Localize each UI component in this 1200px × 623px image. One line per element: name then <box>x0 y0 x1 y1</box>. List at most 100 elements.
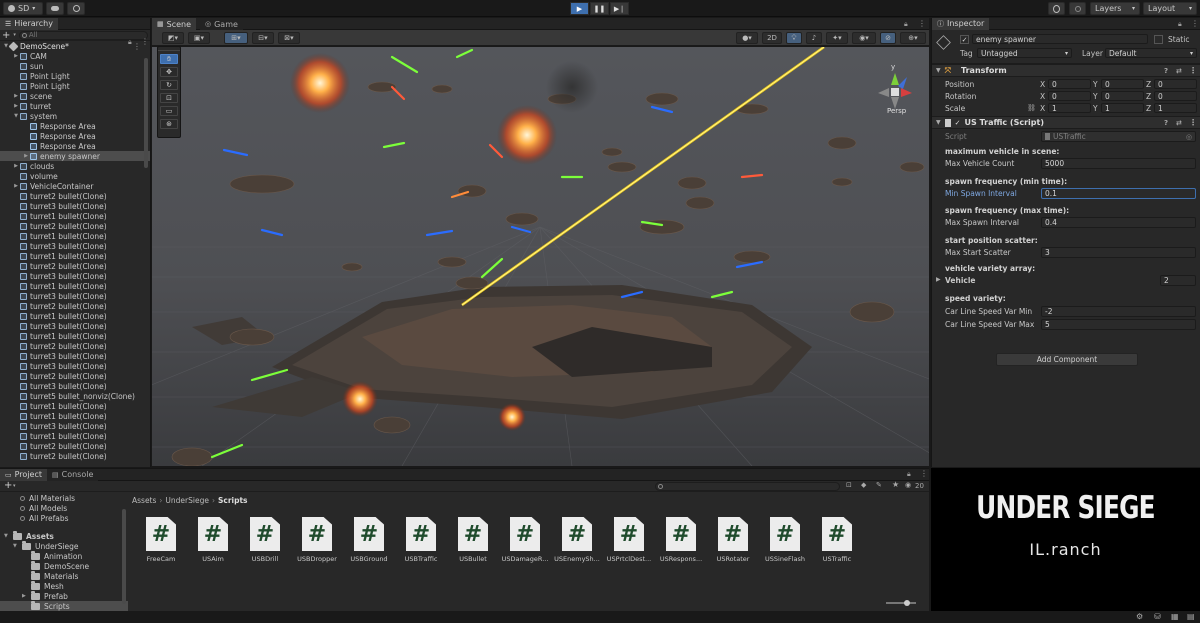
folder-item[interactable]: Materials <box>0 570 128 581</box>
link-scale-icon[interactable]: ⛓ <box>1027 104 1036 112</box>
transform-x-field[interactable]: 0 <box>1048 79 1091 89</box>
tag-dropdown[interactable]: Untagged ▾ <box>977 48 1072 58</box>
tab-console[interactable]: ▤ Console <box>47 468 99 481</box>
kebab-menu-icon[interactable]: ⋮ <box>133 42 141 51</box>
expand-arrow-icon[interactable]: ▼ <box>13 543 22 549</box>
tab-game[interactable]: ◎ Game <box>200 18 243 30</box>
hidden-objects-toggle[interactable]: ◉▾ <box>852 32 876 44</box>
folder-item[interactable]: Animation <box>0 550 128 561</box>
lock-icon[interactable]: 🔒︎ <box>904 20 908 29</box>
static-checkbox[interactable] <box>1154 35 1163 44</box>
search-by-label-icon[interactable]: ◆ <box>861 481 866 489</box>
hierarchy-item[interactable]: turret2 bullet(Clone) <box>0 221 150 231</box>
script-asset[interactable]: # USBDropper <box>291 517 343 563</box>
align-dropdown[interactable]: ⊠▾ <box>278 32 300 44</box>
hierarchy-item[interactable]: sun <box>0 61 150 71</box>
orientation-gizmo[interactable]: y <box>874 63 916 111</box>
field-input[interactable]: 0.4 <box>1041 217 1196 228</box>
active-checkbox[interactable]: ✓ <box>960 35 969 44</box>
scene-viewport[interactable]: y Persp <box>152 47 929 466</box>
preset-icon[interactable]: ⇄ <box>1176 119 1182 127</box>
script-asset[interactable]: # FreeCam <box>135 517 187 563</box>
expand-arrow-icon[interactable]: ▶ <box>22 153 30 159</box>
folder-item[interactable]: DemoScene <box>0 560 128 571</box>
folder-item[interactable]: ▼ UnderSiege <box>0 540 128 551</box>
transform-z-field[interactable]: 1 <box>1154 103 1197 113</box>
scene-visibility-toggle[interactable]: ⊘ <box>880 32 896 44</box>
search-button[interactable] <box>1069 2 1086 15</box>
2d-toggle[interactable]: 2D <box>762 32 782 44</box>
gizmos-dropdown[interactable]: ⊕▾ <box>900 32 926 44</box>
expand-arrow-icon[interactable]: ▶ <box>12 103 20 109</box>
grid-snap-dropdown[interactable]: ⊞▾ <box>224 32 248 44</box>
hand-tool-button[interactable]: ✋︎ <box>160 54 178 64</box>
folder-item[interactable]: ▼ Assets <box>0 530 128 541</box>
expand-arrow-icon[interactable]: ▼ <box>4 533 13 539</box>
expand-arrow-icon[interactable]: ▶ <box>12 163 20 169</box>
hierarchy-item[interactable]: ▶ enemy spawner <box>0 151 150 161</box>
tab-scene[interactable]: ▦ Scene <box>152 18 197 30</box>
script-asset[interactable]: # USAim <box>187 517 239 563</box>
script-asset[interactable]: # USBDrill <box>239 517 291 563</box>
favorite-star-icon[interactable]: ★ <box>892 480 899 489</box>
save-search-icon[interactable]: ✎ <box>876 481 882 489</box>
hierarchy-item[interactable]: turret3 bullet(Clone) <box>0 241 150 251</box>
transform-x-field[interactable]: 0 <box>1048 91 1091 101</box>
script-asset[interactable]: # USRespons... <box>655 517 707 563</box>
script-asset[interactable]: # USBGround <box>343 517 395 563</box>
hierarchy-item[interactable]: turret1 bullet(Clone) <box>0 311 150 321</box>
add-icon[interactable]: + <box>2 30 10 41</box>
field-input[interactable]: 0.1 <box>1041 187 1196 199</box>
preset-icon[interactable]: ⇄ <box>1176 67 1182 75</box>
effects-dropdown[interactable]: ✦▾ <box>826 32 848 44</box>
tab-inspector[interactable]: ⓘ Inspector <box>932 17 990 30</box>
favorite-item[interactable]: All Models <box>0 503 128 513</box>
snap-increment-dropdown[interactable]: ⊟▾ <box>252 32 274 44</box>
hierarchy-item[interactable]: turret3 bullet(Clone) <box>0 421 150 431</box>
hierarchy-item[interactable]: turret2 bullet(Clone) <box>0 441 150 451</box>
lock-icon[interactable]: 🔒︎ <box>1178 20 1182 29</box>
hierarchy-item[interactable]: turret1 bullet(Clone) <box>0 431 150 441</box>
kebab-menu-icon[interactable]: ⋮ <box>1191 19 1199 28</box>
hierarchy-item[interactable]: Response Area <box>0 121 150 131</box>
expand-arrow-icon[interactable]: ▶ <box>12 93 20 99</box>
script-asset[interactable]: # USRotater <box>707 517 759 563</box>
field-input[interactable]: 3 <box>1041 246 1196 258</box>
hierarchy-item[interactable]: Point Light <box>0 71 150 81</box>
cache-icon[interactable]: ⛁ <box>1154 612 1161 621</box>
hierarchy-item[interactable]: turret3 bullet(Clone) <box>0 361 150 371</box>
hierarchy-item[interactable]: turret3 bullet(Clone) <box>0 381 150 391</box>
lighting-toggle[interactable]: 💡︎ <box>786 32 802 44</box>
hierarchy-item[interactable]: turret3 bullet(Clone) <box>0 201 150 211</box>
history-button[interactable] <box>1048 2 1065 15</box>
kebab-menu-icon[interactable]: ⋮ <box>918 19 926 28</box>
hierarchy-item[interactable]: turret2 bullet(Clone) <box>0 301 150 311</box>
expand-arrow-icon[interactable]: ▶ <box>12 53 20 59</box>
help-icon[interactable]: ? <box>1164 67 1168 75</box>
transform-z-field[interactable]: 0 <box>1154 79 1197 89</box>
hierarchy-item[interactable]: ▶ VehicleContainer <box>0 181 150 191</box>
kebab-menu-icon[interactable]: ⋮ <box>141 37 149 46</box>
script-asset[interactable]: # USBullet <box>447 517 499 563</box>
transform-y-field[interactable]: 1 <box>1101 103 1144 113</box>
add-icon[interactable]: + <box>4 480 12 491</box>
breadcrumb-item[interactable]: Scripts <box>218 496 248 505</box>
hidden-packages-icon[interactable]: ◉ <box>905 481 911 489</box>
layer-dropdown[interactable]: Default ▾ <box>1105 48 1197 58</box>
script-reference-field[interactable]: USTraffic ◎ <box>1041 131 1196 142</box>
hierarchy-item[interactable]: turret2 bullet(Clone) <box>0 191 150 201</box>
breadcrumb-item[interactable]: UnderSiege <box>165 496 209 505</box>
hierarchy-item[interactable]: volume <box>0 171 150 181</box>
cloud-button[interactable] <box>46 2 64 15</box>
script-asset[interactable]: # USPrtclDest... <box>603 517 655 563</box>
kebab-menu-icon[interactable]: ⋮ <box>920 469 928 478</box>
hierarchy-item[interactable]: ▶ CAM <box>0 51 150 61</box>
hierarchy-item[interactable]: turret3 bullet(Clone) <box>0 321 150 331</box>
hierarchy-item[interactable]: turret2 bullet(Clone) <box>0 341 150 351</box>
play-button[interactable]: ▶ <box>570 2 589 15</box>
project-search-input[interactable] <box>655 482 840 491</box>
account-dropdown[interactable]: SD ▾ <box>3 2 43 15</box>
hierarchy-item[interactable]: turret1 bullet(Clone) <box>0 401 150 411</box>
bug-icon[interactable]: ⚙ <box>1136 612 1143 621</box>
folder-item[interactable]: ▶ Prefab <box>0 590 128 601</box>
